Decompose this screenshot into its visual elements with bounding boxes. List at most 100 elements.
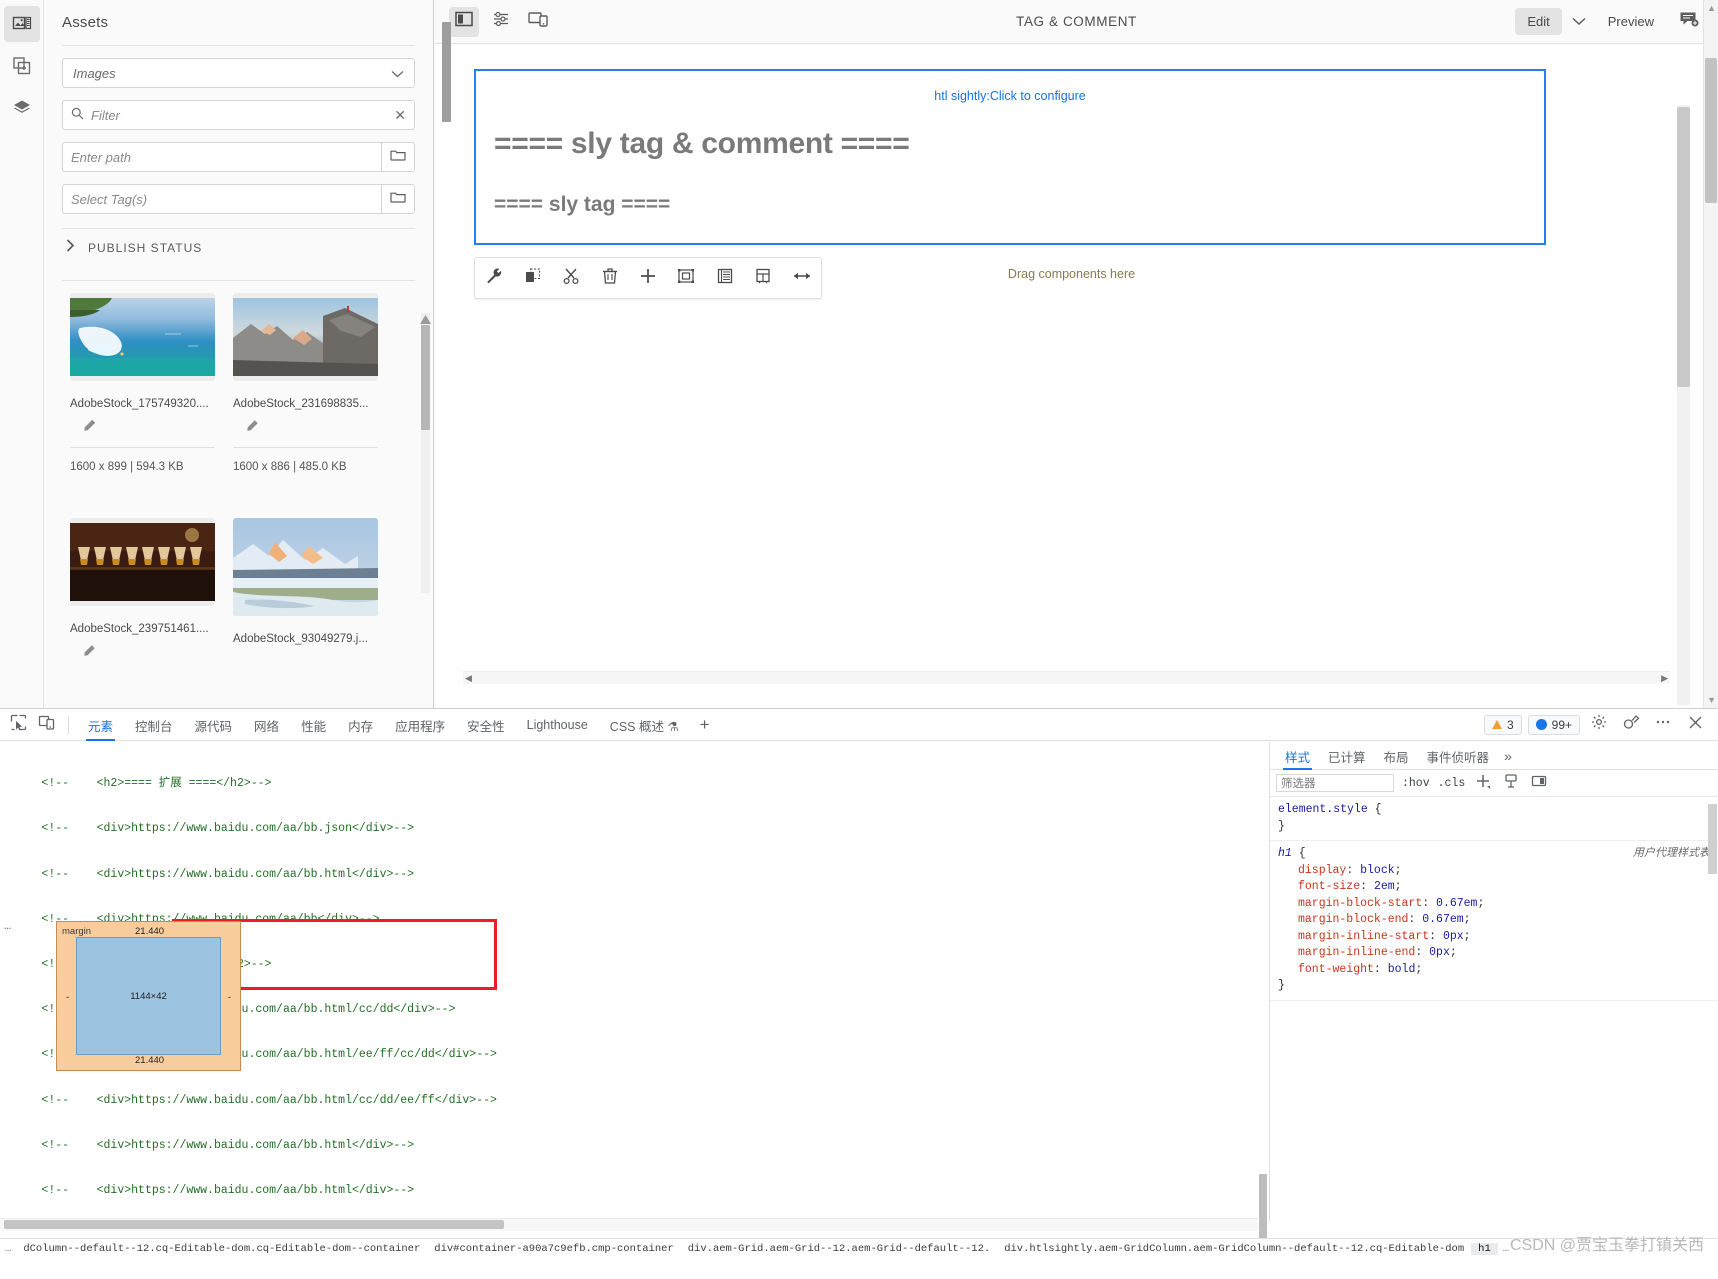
- tab-sources[interactable]: 源代码: [184, 709, 244, 741]
- dom-line[interactable]: <!-- <div>https://www.baidu.com/aa/bb.ht…: [0, 1093, 1268, 1108]
- editor-scrollbar-thumb[interactable]: [1705, 58, 1717, 203]
- tab-security[interactable]: 安全性: [456, 709, 516, 741]
- tab-application[interactable]: 应用程序: [384, 709, 456, 741]
- toggle-side-panel-button[interactable]: [449, 6, 479, 37]
- filter-input[interactable]: Filter ✕: [62, 100, 415, 130]
- asset-card[interactable]: AdobeStock_231698835... 1600 x 886 | 485…: [233, 293, 378, 473]
- rail-item-content-tree[interactable]: [4, 90, 40, 126]
- breadcrumb-overflow[interactable]: …: [0, 1243, 16, 1255]
- asset-card[interactable]: AdobeStock_239751461....: [70, 518, 215, 663]
- add-panel-button[interactable]: +: [690, 715, 720, 735]
- preview-button[interactable]: Preview: [1596, 8, 1666, 35]
- css-value[interactable]: 0px: [1429, 946, 1450, 959]
- css-property[interactable]: margin-block-end: [1298, 913, 1408, 926]
- dom-line[interactable]: <!-- <div>https://www.baidu.com/aa/bb.js…: [0, 821, 1268, 836]
- rail-item-assets[interactable]: [4, 6, 40, 42]
- editor-left-scrollbar-thumb[interactable]: [442, 22, 451, 122]
- asset-edit-button[interactable]: [82, 644, 215, 663]
- path-input[interactable]: Enter path: [62, 142, 381, 172]
- settings-button[interactable]: [1586, 713, 1612, 737]
- scroll-left-icon[interactable]: ◀: [465, 673, 472, 684]
- dom-line[interactable]: <!-- <div>https://www.baidu.com/aa/bb.ht…: [0, 867, 1268, 882]
- styles-scrollbar-thumb[interactable]: [1708, 804, 1717, 874]
- asset-card[interactable]: AdobeStock_93049279.j...: [233, 518, 378, 663]
- breadcrumb-item[interactable]: div.aem-Grid.aem-Grid--12.aem-Grid--defa…: [681, 1243, 997, 1255]
- tab-lighthouse[interactable]: Lighthouse: [516, 711, 599, 738]
- warning-count-badge[interactable]: 3: [1483, 714, 1522, 735]
- tab-memory[interactable]: 内存: [337, 709, 384, 741]
- dom-line[interactable]: <!-- <div>https://www.baidu.com/aa/bb.ht…: [0, 1138, 1268, 1153]
- configure-component-link[interactable]: htl sightly:Click to configure: [476, 89, 1544, 103]
- tab-elements[interactable]: 元素: [77, 709, 124, 741]
- css-selector[interactable]: element.style: [1278, 803, 1368, 816]
- breadcrumb-item[interactable]: div#container-a90a7c9efb.cmp-container: [427, 1243, 680, 1255]
- tab-performance[interactable]: 性能: [290, 709, 337, 741]
- device-toolbar-button[interactable]: [32, 712, 60, 738]
- tab-styles[interactable]: 样式: [1276, 742, 1319, 770]
- css-value[interactable]: 0px: [1443, 930, 1464, 943]
- canvas-horizontal-scrollbar[interactable]: ◀ ▶: [463, 671, 1670, 684]
- tab-computed[interactable]: 已计算: [1319, 742, 1375, 770]
- box-model-content[interactable]: 1144×42: [76, 937, 221, 1055]
- box-model-margin-left[interactable]: -: [66, 992, 69, 1003]
- css-property[interactable]: font-size: [1298, 880, 1360, 893]
- computed-styles-sidebar-button[interactable]: [1501, 773, 1521, 793]
- css-rule-element-style[interactable]: element.style { }: [1270, 797, 1718, 841]
- dom-scrollbar-track[interactable]: [1258, 742, 1268, 1222]
- customize-devtools-button[interactable]: [1618, 713, 1644, 737]
- publish-status-accordion[interactable]: PUBLISH STATUS: [44, 229, 433, 266]
- more-options-button[interactable]: [1650, 713, 1676, 737]
- box-model-margin-bottom[interactable]: 21.440: [135, 1055, 164, 1066]
- css-value[interactable]: 2em: [1374, 880, 1395, 893]
- asset-thumbnail[interactable]: [70, 518, 215, 606]
- more-tabs-button[interactable]: »: [1498, 748, 1518, 764]
- path-browse-button[interactable]: [381, 142, 415, 172]
- box-model-margin-top[interactable]: 21.440: [135, 926, 164, 937]
- canvas-vertical-scrollbar-thumb[interactable]: [1677, 107, 1690, 387]
- asset-thumbnail[interactable]: [233, 518, 378, 616]
- tab-css-overview[interactable]: CSS 概述 ⚗: [599, 709, 690, 741]
- tab-console[interactable]: 控制台: [124, 709, 184, 741]
- css-value[interactable]: bold: [1388, 963, 1416, 976]
- dom-line[interactable]: <!-- <h2>==== 扩展 ====</h2>-->: [0, 776, 1268, 791]
- scroll-up-icon[interactable]: ▲: [1707, 3, 1716, 13]
- styles-filter-input[interactable]: 筛选器: [1276, 774, 1394, 792]
- asset-card[interactable]: AdobeStock_175749320.... 1600 x 899 | 59…: [70, 293, 215, 473]
- rail-item-components[interactable]: [4, 48, 40, 84]
- tab-layout[interactable]: 布局: [1375, 742, 1418, 770]
- selected-component-outline[interactable]: htl sightly:Click to configure ==== sly …: [474, 69, 1546, 245]
- css-value[interactable]: 0.67em: [1436, 897, 1477, 910]
- asset-thumbnail[interactable]: [233, 293, 378, 381]
- breadcrumb-item[interactable]: dColumn--default--12.cq-Editable-dom.cq-…: [16, 1243, 427, 1255]
- tab-event-listeners[interactable]: 事件侦听器: [1418, 742, 1499, 770]
- tab-network[interactable]: 网络: [243, 709, 290, 741]
- breadcrumb-item[interactable]: div.htlsightly.aem-GridColumn.aem-GridCo…: [997, 1243, 1471, 1255]
- dom-horizontal-scrollbar-thumb[interactable]: [4, 1220, 504, 1229]
- edit-mode-button[interactable]: Edit: [1515, 8, 1562, 35]
- dom-line[interactable]: <!-- <div>https://www.baidu.com/aa/bb.ht…: [0, 1183, 1268, 1198]
- toggle-pseudo-states-button[interactable]: :hov: [1402, 777, 1430, 790]
- asset-type-select[interactable]: Images: [62, 58, 415, 88]
- new-style-rule-button[interactable]: [1473, 773, 1493, 793]
- toggle-styles-sidebar-button[interactable]: [1529, 773, 1549, 793]
- css-value[interactable]: block: [1360, 864, 1395, 877]
- css-rule-h1[interactable]: h1 { 用户代理样式表 display: block; font-size: …: [1270, 841, 1718, 1001]
- css-property[interactable]: display: [1298, 864, 1346, 877]
- clear-filter-icon[interactable]: ✕: [394, 107, 406, 124]
- css-property[interactable]: margin-inline-end: [1298, 946, 1415, 959]
- asset-thumbnail[interactable]: [70, 293, 215, 381]
- scroll-up-icon[interactable]: [420, 311, 431, 324]
- emulator-button[interactable]: [523, 7, 553, 37]
- asset-edit-button[interactable]: [82, 419, 215, 438]
- css-property[interactable]: font-weight: [1298, 963, 1374, 976]
- breadcrumb-item-selected[interactable]: h1: [1471, 1242, 1498, 1255]
- info-count-badge[interactable]: 99+: [1527, 714, 1580, 735]
- css-selector[interactable]: h1: [1278, 847, 1292, 860]
- box-model-content-size[interactable]: 1144×42: [130, 991, 167, 1002]
- page-information-button[interactable]: [486, 7, 516, 37]
- css-value[interactable]: 0.67em: [1422, 913, 1463, 926]
- asset-scrollbar-thumb[interactable]: [421, 325, 430, 430]
- tags-browse-button[interactable]: [381, 184, 415, 214]
- scroll-down-icon[interactable]: ▼: [1707, 695, 1716, 705]
- edit-mode-dropdown[interactable]: [1566, 9, 1592, 35]
